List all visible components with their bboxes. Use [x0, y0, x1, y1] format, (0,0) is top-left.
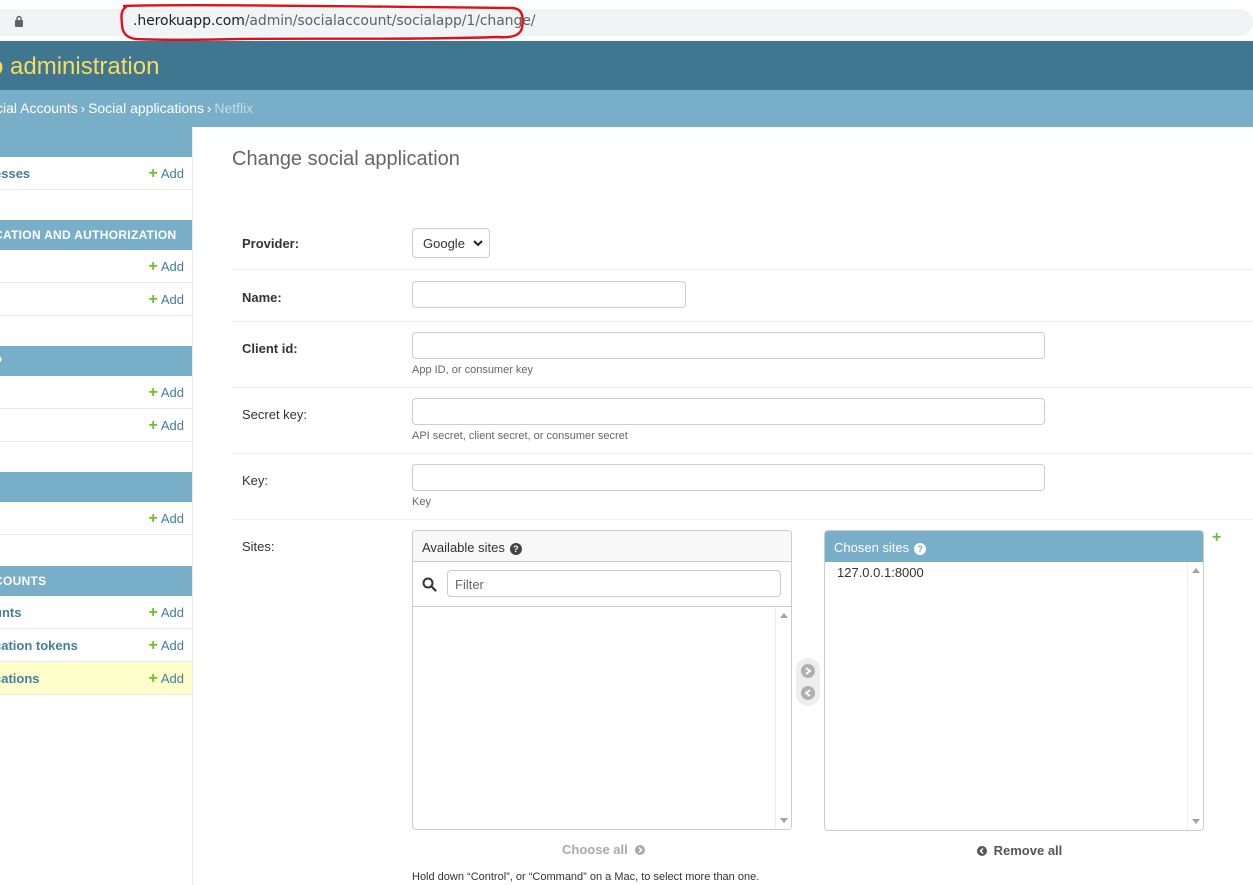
secret-key-label: Secret key: [242, 407, 308, 422]
module-caption[interactable] [0, 127, 192, 157]
sites-label: Sites: [242, 539, 275, 554]
breadcrumb: cial Accounts › Social applications › Netfli… [0, 90, 1253, 127]
sidebar-model-row: + Add [0, 409, 192, 442]
plus-icon: + [148, 291, 158, 308]
module-caption[interactable]: P [0, 346, 192, 376]
form-row-name: Name: [232, 270, 1253, 322]
lock-icon[interactable] [14, 15, 24, 27]
sidebar-model-row: esses +Add [0, 157, 192, 190]
red-annotation-circle [120, 3, 524, 41]
key-label: Key: [242, 473, 269, 488]
scrollbar[interactable] [775, 607, 791, 829]
client-id-label: Client id: [242, 341, 298, 356]
breadcrumb-app-link[interactable]: cial Accounts [0, 100, 78, 116]
client-id-help: App ID, or consumer key [412, 364, 534, 376]
module-caption[interactable] [0, 472, 192, 502]
filter-input[interactable]: Filter [447, 570, 781, 597]
remove-all-arrow-icon [977, 846, 987, 856]
form-row-key: Key: Key [232, 454, 1253, 520]
chosen-site-option[interactable]: 127.0.0.1:8000 [837, 565, 924, 580]
form-row-provider: Provider: Google [232, 218, 1253, 270]
form-row-client-id: Client id: App ID, or consumer key [232, 322, 1253, 388]
add-link[interactable]: + Add [149, 384, 184, 402]
plus-icon: + [148, 604, 158, 621]
help-icon[interactable]: ? [509, 543, 522, 555]
breadcrumb-separator: › [207, 101, 212, 116]
breadcrumb-current: Netflix [214, 100, 254, 116]
plus-icon: + [148, 417, 158, 434]
add-link[interactable]: + Add [149, 510, 184, 528]
site-title[interactable]: o administration [0, 53, 159, 81]
scroll-down-arrow[interactable] [1192, 819, 1200, 824]
sites-help-text: Hold down “Control”, or “Command” on a M… [412, 871, 760, 883]
module-caption[interactable]: CATION AND AUTHORIZATION [0, 220, 192, 250]
add-link[interactable]: + Add [149, 604, 184, 622]
sidebar-model-row: + Add [0, 376, 192, 409]
add-another-site-icon[interactable]: + [1212, 529, 1221, 547]
sidebar-model-row: cation tokens + Add [0, 629, 192, 662]
form-row-secret-key: Secret key: API secret, client secret, o… [232, 388, 1253, 454]
available-sites-header: Available sites? [413, 531, 791, 562]
selector-move-buttons [796, 658, 820, 706]
key-input[interactable] [412, 464, 1045, 491]
remove-all-link[interactable]: Remove all [977, 843, 1062, 858]
scroll-up-arrow[interactable] [780, 613, 788, 618]
browser-address-bar: .herokuapp.com/admin/socialaccount/socia… [0, 0, 1253, 41]
sidebar-item-social-accounts[interactable]: unts [0, 605, 21, 620]
client-id-input[interactable] [412, 332, 1045, 359]
add-link[interactable]: + Add [149, 417, 184, 435]
chosen-sites-title: Chosen sites [834, 540, 910, 555]
provider-select-value: Google [423, 236, 465, 251]
name-input[interactable] [412, 281, 686, 308]
plus-icon: + [148, 670, 158, 687]
sidebar-model-link[interactable]: esses [0, 166, 30, 181]
scroll-down-arrow[interactable] [780, 818, 788, 823]
sidebar-model-row: + Add [0, 250, 192, 283]
admin-header: o administration [0, 41, 1253, 90]
breadcrumb-separator: › [80, 101, 86, 116]
search-icon [422, 577, 437, 592]
plus-icon: + [148, 165, 158, 182]
add-link[interactable]: + Add [149, 670, 184, 688]
sidebar-model-row: unts +Add [0, 596, 192, 629]
scroll-up-arrow[interactable] [1192, 568, 1200, 573]
choose-all-link[interactable]: Choose all [562, 842, 646, 857]
help-icon[interactable]: ? [914, 543, 927, 555]
module-caption[interactable]: COUNTS [0, 566, 192, 596]
add-link[interactable]: + Add [149, 165, 184, 183]
choose-arrow-icon[interactable] [801, 664, 815, 678]
plus-icon: + [148, 258, 158, 275]
available-sites-title: Available sites [422, 540, 505, 555]
provider-select[interactable]: Google [412, 228, 490, 258]
provider-label: Provider: [242, 236, 300, 251]
page-title: Change social application [232, 148, 460, 170]
chevron-down-icon [473, 240, 483, 247]
nav-sidebar: esses +Add CATION AND AUTHORIZATION +Add… [0, 127, 193, 885]
sidebar-model-row: + Add [0, 502, 192, 535]
chosen-sites-header: Chosen sites? [825, 531, 1203, 562]
key-help: Key [412, 496, 431, 508]
sidebar-model-row: + Add [0, 283, 192, 316]
choose-all-arrow-icon [635, 845, 646, 855]
add-link[interactable]: + Add [149, 291, 184, 309]
sidebar-item-social-tokens[interactable]: cation tokens [0, 638, 78, 653]
plus-icon: + [148, 510, 158, 527]
plus-icon: + [148, 637, 158, 654]
add-link[interactable]: + Add [149, 258, 184, 276]
sidebar-item-social-applications[interactable]: cations [0, 671, 40, 686]
breadcrumb-model-link[interactable]: Social applications [88, 100, 204, 116]
remove-arrow-icon[interactable] [801, 686, 815, 700]
add-link[interactable]: + Add [149, 637, 184, 655]
chosen-sites-box: Chosen sites? 127.0.0.1:8000 [824, 530, 1204, 831]
available-sites-box: Available sites? Filter [412, 530, 792, 830]
secret-key-help: API secret, client secret, or consumer s… [412, 430, 628, 442]
sidebar-model-row-selected: cations +Add [0, 662, 192, 695]
secret-key-input[interactable] [412, 398, 1045, 425]
filter-bar: Filter [413, 562, 791, 607]
plus-icon: + [148, 384, 158, 401]
name-label: Name: [242, 290, 282, 305]
scrollbar[interactable] [1187, 562, 1203, 830]
